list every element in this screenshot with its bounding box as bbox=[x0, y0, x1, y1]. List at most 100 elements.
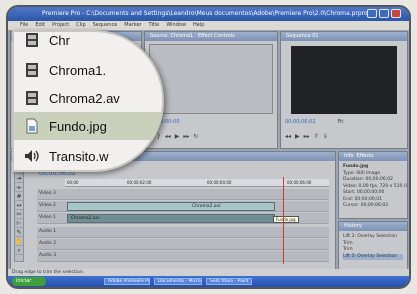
menu-clip[interactable]: Clip bbox=[76, 21, 85, 30]
program-timecode[interactable]: 00;00;06;02 bbox=[285, 119, 316, 125]
source-monitor-tabs: Source: Chroma1 Effect Controls bbox=[145, 32, 277, 41]
close-button[interactable] bbox=[391, 9, 401, 18]
ruler-label: 00;00;06;00 bbox=[287, 180, 312, 185]
program-playback-controls: ◂◂ ▶ ▸▸ ⇑ ⇓ bbox=[285, 132, 403, 140]
step-forward-icon[interactable]: ▸▸ bbox=[304, 133, 310, 140]
taskbar-item[interactable]: Adobe Premiere Pro bbox=[104, 278, 150, 285]
clip-label: Chroma2.avi bbox=[192, 204, 221, 209]
pen-tool-icon[interactable]: ✎ bbox=[15, 228, 23, 237]
history-item[interactable]: Lift 3: Overlay Selection bbox=[343, 253, 403, 260]
bin-item-name: Chr bbox=[49, 32, 70, 48]
timeline-clip[interactable]: Chroma2.avi bbox=[67, 202, 275, 211]
razor-tool-icon[interactable]: ✂ bbox=[15, 210, 23, 219]
bin-item-name: Chroma2.av bbox=[49, 90, 120, 106]
start-button[interactable]: Iniciar bbox=[12, 277, 46, 286]
status-bar: Drag edge to trim the selection. bbox=[8, 269, 409, 276]
window-title: Premiere Pro - C:\Documents and Settings… bbox=[42, 10, 375, 17]
history-list: Lift 3: Overlay Selection Trim Trim Lift… bbox=[339, 231, 407, 263]
track-label: Video 2 bbox=[39, 203, 56, 208]
zoom-tool-icon[interactable]: ⌕ bbox=[15, 246, 23, 255]
track-label: Video 1 bbox=[39, 215, 56, 220]
menu-file[interactable]: File bbox=[20, 21, 28, 30]
window-controls bbox=[367, 9, 401, 18]
image-file-icon bbox=[24, 118, 40, 134]
film-icon bbox=[24, 32, 40, 48]
title-bar: Premiere Pro - C:\Documents and Settings… bbox=[8, 7, 409, 21]
source-transport: 00:00:00:00 bbox=[149, 118, 273, 126]
film-icon bbox=[24, 90, 40, 106]
menu-marker[interactable]: Marker bbox=[124, 21, 141, 30]
tab-history[interactable]: History bbox=[339, 222, 407, 231]
screenshot-frame: Premiere Pro - C:\Documents and Settings… bbox=[6, 5, 411, 289]
tab-source[interactable]: Source: Chroma1 bbox=[150, 33, 193, 39]
menu-sequence[interactable]: Sequence bbox=[93, 21, 118, 30]
play-icon[interactable]: ▶ bbox=[295, 133, 300, 140]
audio-speaker-icon bbox=[24, 148, 40, 164]
program-fit-select[interactable]: Fit bbox=[338, 119, 344, 125]
bin-item-name: Chroma1. bbox=[49, 62, 107, 78]
menu-edit[interactable]: Edit bbox=[35, 21, 45, 30]
bin-item[interactable]: Transito.w bbox=[24, 142, 108, 170]
info-line: Cursor: 00;00;06;02 bbox=[343, 203, 389, 208]
taskbar-item[interactable]: Documento - Microsoft bbox=[154, 278, 202, 285]
track-audio-2[interactable]: Audio 2 bbox=[37, 239, 329, 250]
source-video-screen[interactable] bbox=[149, 44, 273, 114]
play-icon[interactable]: ▶ bbox=[175, 133, 180, 140]
program-video-screen[interactable] bbox=[291, 46, 397, 114]
taskbar-item[interactable]: Sem título - Paint bbox=[206, 278, 252, 285]
track-label: Audio 2 bbox=[39, 241, 57, 246]
track-audio-3[interactable]: Audio 3 bbox=[37, 251, 329, 262]
zoom-magnifier: Chr Chroma1. Chroma2.av Fundo.jpg Transi… bbox=[12, 30, 164, 172]
ripple-edit-tool-icon[interactable]: ⟛ bbox=[15, 183, 23, 192]
clip-tooltip: Fundo.jpg bbox=[273, 216, 299, 223]
track-audio-1[interactable]: Audio 1 bbox=[37, 227, 329, 238]
menu-title[interactable]: Title bbox=[149, 21, 160, 30]
track-label: Audio 3 bbox=[39, 253, 57, 258]
tools-strip: ↖ ⇥ ⟛ # ↔ ✂ ⊢ ✎ ✋ ⌕ bbox=[14, 164, 24, 262]
minimize-button[interactable] bbox=[367, 9, 377, 18]
bin-item-name: Transito.w bbox=[49, 148, 109, 164]
history-panel: History Lift 3: Overlay Selection Trim T… bbox=[338, 221, 408, 271]
bin-item-name: Fundo.jpg bbox=[49, 118, 107, 134]
track-video-3[interactable]: Video 3 bbox=[37, 189, 329, 200]
source-playback-controls: { } ◂◂ ▶ ▸▸ ↻ bbox=[149, 132, 273, 140]
maximize-button[interactable] bbox=[379, 9, 389, 18]
menu-project[interactable]: Project bbox=[52, 21, 69, 30]
step-back-icon[interactable]: ◂◂ bbox=[165, 133, 171, 140]
track-label: Audio 1 bbox=[39, 229, 57, 234]
extract-icon[interactable]: ⇓ bbox=[323, 133, 328, 140]
ruler-label: 00;00;02;00 bbox=[127, 180, 152, 185]
bin-item-selected[interactable]: Fundo.jpg bbox=[14, 112, 162, 140]
bin-item[interactable]: Chroma2.av bbox=[24, 84, 120, 112]
slip-tool-icon[interactable]: ⊢ bbox=[15, 219, 23, 228]
clip-label: Chroma2.avi bbox=[71, 216, 100, 221]
source-monitor-panel: Source: Chroma1 Effect Controls 00:00:00… bbox=[144, 31, 278, 149]
time-ruler[interactable]: 00;00 00;00;02;00 00;00;04;00 00;00;06;0… bbox=[65, 179, 329, 187]
rolling-edit-tool-icon[interactable]: # bbox=[15, 192, 23, 201]
tab-info[interactable]: Info bbox=[344, 153, 353, 159]
info-body: Fundo.jpg Type: Still Image Duration: 00… bbox=[339, 161, 407, 213]
program-monitor-tab[interactable]: Sequence 01 bbox=[281, 32, 407, 41]
info-tabs: Info Effects bbox=[339, 152, 407, 161]
program-timecode-row: 00;00;06;02 Fit bbox=[285, 118, 403, 126]
track-video-2[interactable]: Video 2 Chroma2.avi bbox=[37, 201, 329, 212]
track-select-tool-icon[interactable]: ⇥ bbox=[15, 174, 23, 183]
playhead[interactable] bbox=[283, 177, 284, 264]
bin-item[interactable]: Chr bbox=[24, 32, 70, 54]
step-forward-icon[interactable]: ▸▸ bbox=[183, 133, 189, 140]
taskbar: Iniciar Adobe Premiere Pro Documento - M… bbox=[8, 276, 409, 287]
track-label: Video 3 bbox=[39, 191, 56, 196]
menu-help[interactable]: Help bbox=[193, 21, 204, 30]
bin-item[interactable]: Chroma1. bbox=[24, 56, 106, 84]
history-item[interactable]: Lift 3: Overlay Selection bbox=[343, 234, 403, 241]
menu-window[interactable]: Window bbox=[166, 21, 186, 30]
track-video-1[interactable]: Video 1 Chroma2.avi Fundo.jpg bbox=[37, 213, 329, 224]
tab-effects[interactable]: Effects bbox=[357, 153, 374, 159]
timeline-clip[interactable]: Chroma2.avi bbox=[67, 214, 275, 223]
rate-stretch-tool-icon[interactable]: ↔ bbox=[15, 201, 23, 210]
step-back-icon[interactable]: ◂◂ bbox=[285, 133, 291, 140]
loop-icon[interactable]: ↻ bbox=[193, 133, 198, 140]
tab-effect-controls[interactable]: Effect Controls bbox=[198, 33, 235, 39]
hand-tool-icon[interactable]: ✋ bbox=[15, 237, 23, 246]
lift-icon[interactable]: ⇑ bbox=[314, 133, 319, 140]
